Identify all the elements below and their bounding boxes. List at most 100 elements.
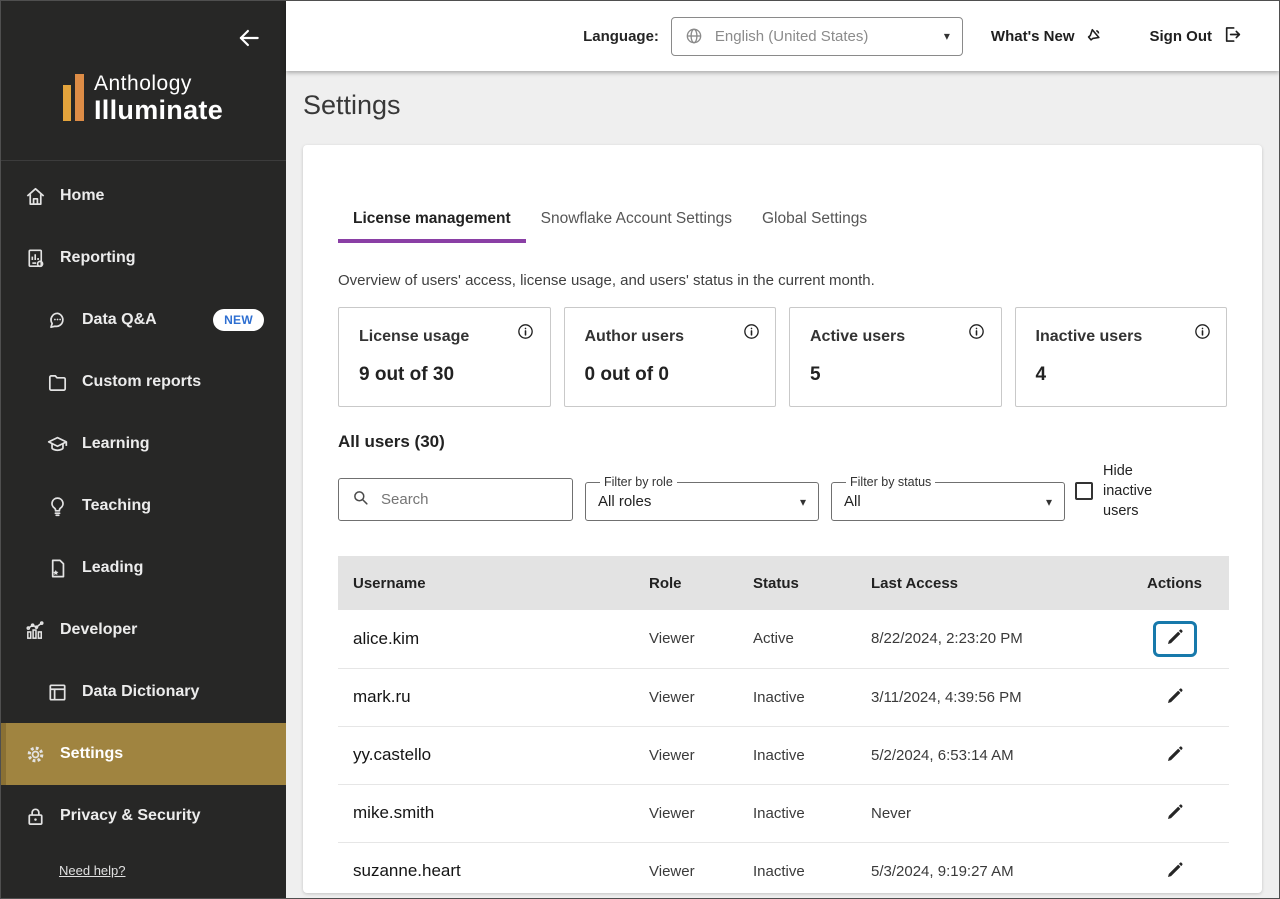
megaphone-icon: [1075, 24, 1105, 49]
topbar: Language: English (United States) ▾ What…: [286, 1, 1279, 71]
home-icon: [23, 184, 47, 208]
table-row: yy.castelloViewerInactive5/2/2024, 6:53:…: [338, 726, 1229, 784]
sidebar-item-label: Settings: [60, 745, 123, 763]
overview-description: Overview of users' access, license usage…: [338, 272, 1227, 289]
sidebar-item-label: Home: [60, 187, 104, 205]
sign-out-button[interactable]: Sign Out: [1150, 24, 1243, 49]
filter-by-role-label: Filter by role: [600, 475, 677, 489]
chevron-down-icon: ▾: [944, 29, 950, 43]
cell-role: Viewer: [634, 784, 738, 842]
column-header-role: Role: [634, 556, 738, 610]
cell-username: mark.ru: [338, 668, 634, 726]
edit-user-button[interactable]: [1153, 679, 1197, 715]
edit-user-button[interactable]: [1153, 853, 1197, 889]
edit-user-button[interactable]: [1153, 737, 1197, 773]
sidebar-item-label: Teaching: [82, 497, 151, 515]
chat-icon: [45, 308, 69, 332]
table-header-row: UsernameRoleStatusLast AccessActions: [338, 556, 1229, 610]
hide-inactive-users-checkbox[interactable]: [1075, 482, 1093, 500]
info-icon[interactable]: [741, 322, 761, 342]
sidebar-item-reporting[interactable]: Reporting: [1, 227, 286, 289]
cell-actions: [1120, 610, 1229, 668]
info-icon[interactable]: [967, 322, 987, 342]
sidebar-item-label: Developer: [60, 621, 137, 639]
stat-label: Author users: [585, 328, 756, 346]
sidebar-item-developer[interactable]: Developer: [1, 599, 286, 661]
need-help-link[interactable]: Need help?: [59, 863, 286, 878]
page-title: Settings: [303, 90, 1262, 121]
sidebar-item-teaching[interactable]: Teaching: [1, 475, 286, 537]
cell-username: alice.kim: [338, 610, 634, 668]
sidebar-item-data-q-a[interactable]: Data Q&ANEW: [1, 289, 286, 351]
cell-status: Inactive: [738, 842, 856, 893]
sidebar-item-learning[interactable]: Learning: [1, 413, 286, 475]
tab-license-management[interactable]: License management: [338, 200, 526, 243]
pencil-icon: [1165, 686, 1185, 709]
chevron-down-icon: ▾: [1046, 495, 1052, 509]
hide-inactive-users-label[interactable]: Hide inactive users: [1103, 461, 1163, 521]
tab-snowflake-account-settings[interactable]: Snowflake Account Settings: [526, 200, 747, 243]
cell-role: Viewer: [634, 842, 738, 893]
whats-new-button[interactable]: What's New: [991, 24, 1105, 49]
sidebar-item-custom-reports[interactable]: Custom reports: [1, 351, 286, 413]
cell-role: Viewer: [634, 726, 738, 784]
doc-star-icon: [45, 556, 69, 580]
cell-status: Inactive: [738, 784, 856, 842]
app-window: Anthology Illuminate HomeReportingData Q…: [0, 0, 1280, 899]
sidebar-item-label: Data Q&A: [82, 311, 157, 329]
sidebar-item-home[interactable]: Home: [1, 165, 286, 227]
column-header-actions: Actions: [1120, 556, 1229, 610]
cell-actions: [1120, 726, 1229, 784]
folder-icon: [45, 370, 69, 394]
column-header-last-access: Last Access: [856, 556, 1120, 610]
cell-status: Active: [738, 610, 856, 668]
stat-card-author-users: Author users 0 out of 0: [564, 307, 777, 407]
sidebar-item-label: Custom reports: [82, 373, 201, 391]
collapse-sidebar-button[interactable]: [236, 25, 262, 51]
stat-value: 9 out of 30: [359, 364, 530, 386]
filter-by-status-label: Filter by status: [846, 475, 935, 489]
filter-by-status-select[interactable]: Filter by status All ▾: [831, 475, 1065, 521]
edit-user-button[interactable]: [1153, 621, 1197, 657]
cell-status: Inactive: [738, 726, 856, 784]
filter-by-status-value: All: [844, 493, 1046, 510]
chart-icon: [23, 618, 47, 642]
info-icon[interactable]: [516, 322, 536, 342]
back-arrow-icon: [236, 39, 262, 54]
tab-bar: License managementSnowflake Account Sett…: [338, 200, 1227, 243]
sidebar-item-label: Privacy & Security: [60, 807, 201, 825]
edit-user-button[interactable]: [1153, 795, 1197, 831]
sidebar-item-label: Learning: [82, 435, 150, 453]
anthology-illuminate-logo: Anthology Illuminate: [63, 73, 223, 124]
sidebar-item-label: Data Dictionary: [82, 683, 199, 701]
cell-last-access: 3/11/2024, 4:39:56 PM: [856, 668, 1120, 726]
table-row: alice.kimViewerActive8/22/2024, 2:23:20 …: [338, 610, 1229, 668]
cell-status: Inactive: [738, 668, 856, 726]
all-users-heading: All users (30): [338, 432, 1227, 452]
search-input-wrapper: [338, 478, 573, 521]
stat-value: 0 out of 0: [585, 364, 756, 386]
language-value: English (United States): [715, 28, 944, 45]
whats-new-label: What's New: [991, 28, 1075, 45]
lock-icon: [23, 804, 47, 828]
cell-role: Viewer: [634, 610, 738, 668]
stat-cards: License usage9 out of 30 Author users 0 ou…: [338, 307, 1227, 407]
cell-username: suzanne.heart: [338, 842, 634, 893]
settings-card: License managementSnowflake Account Sett…: [303, 145, 1262, 893]
info-icon[interactable]: [1192, 322, 1212, 342]
sidebar-item-privacy-security[interactable]: Privacy & Security: [1, 785, 286, 847]
sidebar-nav: Home ReportingData Q&ANEW Custom reports Le…: [1, 161, 286, 847]
sidebar-item-settings[interactable]: Settings: [1, 723, 286, 785]
sidebar-item-leading[interactable]: Leading: [1, 537, 286, 599]
stat-card-license-usage: License usage9 out of 30: [338, 307, 551, 407]
search-input[interactable]: [381, 491, 560, 508]
filter-by-role-select[interactable]: Filter by role All roles ▾: [585, 475, 819, 521]
tab-global-settings[interactable]: Global Settings: [747, 200, 882, 243]
language-dropdown[interactable]: English (United States) ▾: [671, 17, 963, 56]
book-icon: [45, 680, 69, 704]
sidebar-item-data-dictionary[interactable]: Data Dictionary: [1, 661, 286, 723]
sidebar-header: Anthology Illuminate: [1, 1, 286, 161]
stat-card-active-users: Active users5: [789, 307, 1002, 407]
table-row: mike.smithViewerInactiveNever: [338, 784, 1229, 842]
report-icon: [23, 246, 47, 270]
